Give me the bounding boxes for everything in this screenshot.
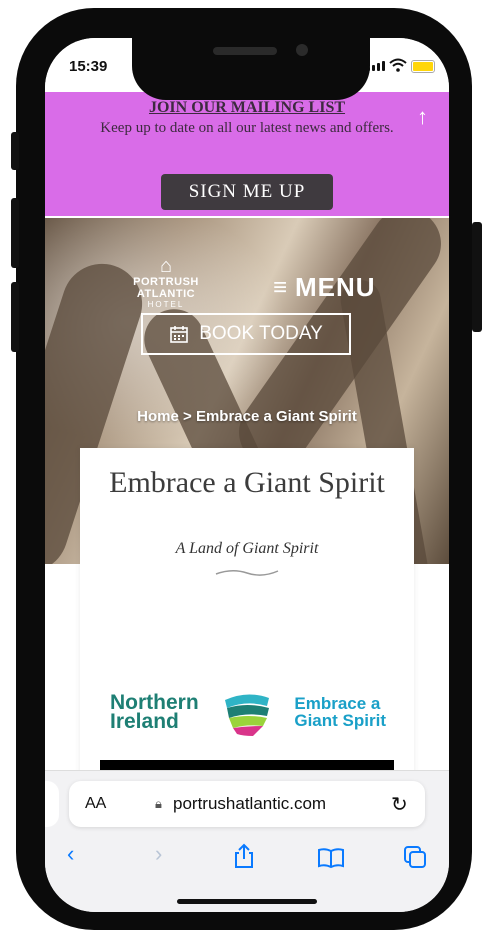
mailing-list-banner: JOIN OUR MAILING LIST Keep up to date on… xyxy=(45,92,449,216)
status-time: 15:39 xyxy=(69,58,108,75)
address-bar[interactable]: AA 🔒︎ portrushatlantic.com ↻ xyxy=(69,781,425,827)
home-indicator xyxy=(177,899,317,904)
logo-text-giant-spirit: Giant Spirit xyxy=(294,711,386,730)
logo-text-ireland: Ireland xyxy=(110,710,179,733)
previous-tab-preview[interactable] xyxy=(45,781,59,827)
volume-up-button xyxy=(11,198,19,268)
page-title: Embrace a Giant Spirit xyxy=(109,466,385,499)
power-button xyxy=(472,222,482,332)
share-icon[interactable] xyxy=(233,843,255,869)
tabs-icon[interactable] xyxy=(403,845,427,869)
front-camera xyxy=(296,44,308,56)
battery-icon xyxy=(411,60,435,73)
book-today-label: BOOK TODAY xyxy=(199,323,323,344)
brushstroke-emblem-icon xyxy=(224,694,269,736)
mailing-list-text: Keep up to date on all our latest news a… xyxy=(100,120,394,136)
chevron-left-icon[interactable]: ‹ xyxy=(67,841,74,867)
safari-bottom-bar: AA 🔒︎ portrushatlantic.com ↻ ‹ › xyxy=(45,770,449,912)
url-text[interactable]: portrushatlantic.com xyxy=(173,794,326,814)
reload-icon[interactable]: ↻ xyxy=(391,792,408,817)
phone-screen: 15:39 JOIN OUR MAILING LIST Keep up to d… xyxy=(45,38,449,912)
volume-down-button xyxy=(11,282,19,352)
mailing-list-title[interactable]: JOIN OUR MAILING LIST xyxy=(45,99,449,117)
arrow-up-icon[interactable]: ↑ xyxy=(417,104,428,130)
text-size-button[interactable]: AA xyxy=(85,795,106,813)
northern-ireland-logo: Northern Ireland Embrace a Giant Spirit xyxy=(110,684,386,740)
squiggle-divider-icon xyxy=(215,570,279,576)
page-subtitle: A Land of Giant Spirit xyxy=(175,540,319,557)
wifi-icon xyxy=(389,58,407,72)
menu-button[interactable]: ≡ MENU xyxy=(273,272,376,303)
lock-icon: 🔒︎ xyxy=(155,796,162,811)
safari-toolbar: ‹ › xyxy=(45,837,449,877)
breadcrumb[interactable]: Home > Embrace a Giant Spirit xyxy=(45,408,449,425)
hotel-logo-name: PORTRUSH ATLANTIC xyxy=(133,276,199,300)
menu-label: MENU xyxy=(295,272,376,302)
calendar-icon xyxy=(170,326,189,343)
logo-text-embrace: Embrace a xyxy=(294,694,381,713)
chevron-right-icon[interactable]: › xyxy=(155,841,162,867)
hotel-logo-sub: HOTEL xyxy=(147,300,185,309)
book-today-button[interactable]: BOOK TODAY xyxy=(141,313,351,355)
hotel-logo-mark-icon: ⌂ xyxy=(159,255,173,277)
hamburger-icon: ≡ xyxy=(273,273,288,301)
hotel-logo[interactable]: ⌂ PORTRUSH ATLANTIC HOTEL xyxy=(107,256,225,309)
book-icon[interactable] xyxy=(317,847,345,869)
mute-switch xyxy=(11,132,19,170)
speaker-grille xyxy=(213,47,277,55)
sign-up-button[interactable]: SIGN ME UP xyxy=(161,174,333,210)
